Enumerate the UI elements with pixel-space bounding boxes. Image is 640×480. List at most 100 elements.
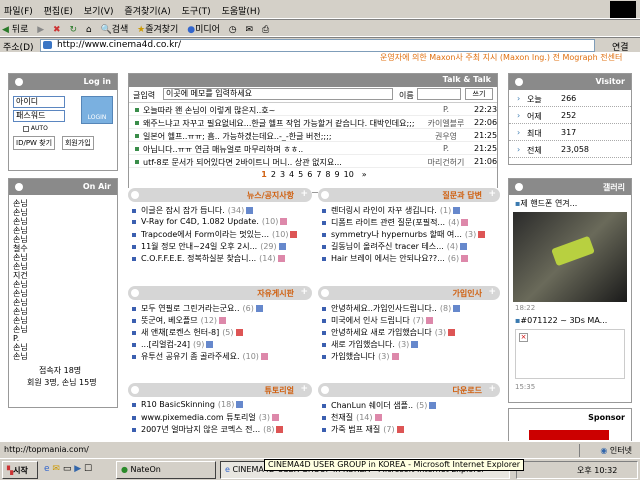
go-button[interactable]: 연결 (612, 40, 629, 53)
page-link[interactable]: 7 (316, 170, 321, 179)
onair-user[interactable]: 손님 (9, 262, 117, 271)
clock[interactable]: 오후 10:32 (577, 466, 617, 475)
list-item[interactable]: 새 앤채[로켄스 헌터-8] (5) (132, 327, 312, 339)
address-input[interactable]: http://www.cinema4d.co.kr/ (40, 39, 595, 52)
page-link[interactable]: 6 (307, 170, 312, 179)
join-button[interactable]: 회원가입 (61, 136, 94, 150)
ie-quicklaunch-icon[interactable]: e (44, 464, 50, 474)
id-field[interactable]: 아이디 (13, 96, 65, 108)
print-button[interactable]: ⎙ (262, 25, 269, 35)
list-item[interactable]: 이글은 잠시 잡가 듭니다. (34) (132, 205, 312, 217)
onair-user[interactable]: 손님 (9, 343, 117, 352)
next-page-link[interactable]: » (362, 170, 367, 179)
gallery-phone-image[interactable] (513, 212, 627, 302)
more-icon[interactable]: + (300, 189, 308, 199)
forward-button[interactable]: ▶ (37, 25, 44, 35)
list-item[interactable]: Hair 브레이 에서는 안되나요??... (6) (322, 253, 500, 265)
onair-user[interactable]: 손님 (9, 208, 117, 217)
more-icon[interactable]: + (300, 287, 308, 297)
auto-login-checkbox[interactable]: AUTO (23, 125, 113, 132)
list-item[interactable]: ...[리얼컴-24] (9) (132, 339, 312, 351)
menu-favorites[interactable]: 즐겨찾기(A) (120, 0, 174, 17)
page-link[interactable]: 1 (261, 170, 267, 179)
list-item[interactable]: ChanLun 쉐이더 샘플.. (5) (322, 400, 500, 412)
password-field[interactable]: 패스워드 (13, 110, 65, 122)
list-item[interactable]: 모두 연필로 그린거라는군요.. (6) (132, 303, 312, 315)
menu-view[interactable]: 보기(V) (80, 0, 118, 17)
desktop-icon[interactable]: ▭ (63, 464, 72, 474)
gallery-image-broken[interactable]: × (515, 329, 625, 379)
page-link[interactable]: 8 (325, 170, 330, 179)
onair-user[interactable]: 손님 (9, 316, 117, 325)
news-header[interactable]: 뉴스/공지사항 + (128, 188, 312, 202)
onair-user[interactable]: 손님 (9, 307, 117, 316)
download-header[interactable]: 다운로드 + (318, 383, 500, 397)
menu-edit[interactable]: 편집(E) (40, 0, 77, 17)
page-link[interactable]: 5 (298, 170, 303, 179)
list-item[interactable]: 가입했습니다 (3) (322, 351, 500, 363)
list-item[interactable]: 미국에서 인사 드립니다 (7) (322, 315, 500, 327)
name-input[interactable] (417, 88, 461, 100)
list-item[interactable]: 길동님이 올려주신 tracer 테스... (4) (322, 241, 500, 253)
page-link[interactable]: 4 (289, 170, 294, 179)
search-button[interactable]: 🔍검색 (100, 22, 128, 35)
write-button[interactable]: 쓰기 (465, 88, 493, 100)
list-item[interactable]: 안녕하세요 새로 가입했습니다 (3) (322, 327, 500, 339)
list-item[interactable]: 렌더링시 라인이 자꾸 생깁니다. (1) (322, 205, 500, 217)
onair-user[interactable]: 손님 (9, 325, 117, 334)
list-item[interactable]: Trapcode에서 Form이라는 멋있는... (10) (132, 229, 312, 241)
favorites-button[interactable]: ★즐겨찾기 (137, 22, 178, 35)
list-item[interactable]: 2007년 얼마남지 않은 코멕스 전... (8) (132, 424, 312, 436)
qna-header[interactable]: 질문과 답변 + (318, 188, 500, 202)
login-button[interactable]: LOGIN (81, 96, 113, 124)
list-item[interactable]: 가죽 범프 재질 (7) (322, 424, 500, 436)
onair-user[interactable]: 손님 (9, 298, 117, 307)
more-icon[interactable]: + (488, 287, 496, 297)
more-icon[interactable]: + (488, 189, 496, 199)
more-icon[interactable]: + (488, 384, 496, 394)
talk-input[interactable]: 이곳에 메모를 입력하세요 (163, 88, 393, 100)
talk-row[interactable]: 왜주느냐고 자꾸고 필요없네요...한글 헬프 작업 가능할거 같습니다. 대박… (129, 116, 497, 129)
list-item[interactable]: www.pixemedia.com 튜토리얼 (3) (132, 412, 312, 424)
tutorial-header[interactable]: 튜토리얼 + (128, 383, 312, 397)
list-item[interactable]: 새로 가입했습니다. (3) (322, 339, 500, 351)
list-item[interactable]: 천재질 (14) (322, 412, 500, 424)
talk-row[interactable]: 일본어 헬프..ㅠㅠ; 흠.. 가능하겠는데요..-_-한글 버전;;;; 권우영… (129, 129, 497, 142)
onair-user[interactable]: 지건 (9, 271, 117, 280)
taskbar-nateon[interactable]: ● NateOn (116, 461, 216, 479)
media-player-icon[interactable]: ▶ (74, 464, 81, 474)
page-link[interactable]: 10 (344, 170, 354, 179)
menu-file[interactable]: 파일(F) (0, 0, 37, 17)
page-link[interactable]: 9 (335, 170, 340, 179)
onair-user[interactable]: 손님 (9, 253, 117, 262)
list-item[interactable]: 안녕하세요..가입인사드립니다.. (8) (322, 303, 500, 315)
list-item[interactable]: V-Ray for C4D, 1.082 Update. (10) (132, 217, 312, 229)
menu-help[interactable]: 도움말(H) (218, 0, 265, 17)
outlook-icon[interactable]: ✉ (52, 464, 60, 474)
more-icon[interactable]: + (300, 384, 308, 394)
onair-user[interactable]: 손님 (9, 352, 117, 361)
gallery-item-2-title[interactable]: ▪#071122 ~ 3Ds MA... (509, 314, 631, 327)
stop-button[interactable]: ✖ (53, 25, 61, 35)
find-id-button[interactable]: ID/PW 찾기 (13, 136, 56, 150)
list-item[interactable]: R10 BasicSkinning (18) (132, 400, 312, 412)
onair-user[interactable]: 손님 (9, 289, 117, 298)
talk-row[interactable]: 오늘따라 왠 손님이 이렇게 많은지..호~ P. 22:23 (129, 103, 497, 116)
list-item[interactable]: 디폼트 라이트 관련 질문(포필적... (4) (322, 217, 500, 229)
sponsor-logo[interactable] (529, 430, 609, 440)
onair-user[interactable]: 손님 (9, 226, 117, 235)
mail-button[interactable]: ✉ (246, 25, 254, 35)
list-item[interactable]: C.O.F.F.E.E. 정복하실분 찾습니... (14) (132, 253, 312, 265)
onair-user[interactable]: 철수 (9, 244, 117, 253)
app-icon[interactable]: ☐ (84, 464, 92, 474)
gallery-item-1-title[interactable]: ▪제 핸드폰 연겨... (509, 195, 631, 212)
refresh-button[interactable]: ↻ (69, 25, 77, 35)
list-item[interactable]: symmetry나 hypernurbs 할때 여... (3) (322, 229, 500, 241)
talk-row[interactable]: 아닙니다..ㅠㅠ 연금 매뉴얼로 마무리하며 ㅎㅎ.. P. 21:25 (129, 142, 497, 155)
list-item[interactable]: 유투선 공유기 좀 골라주세요. (10) (132, 351, 312, 363)
history-button[interactable]: ◷ (229, 25, 237, 35)
onair-user[interactable]: 손님 (9, 235, 117, 244)
start-button[interactable]: ▚시작 (2, 461, 38, 479)
greeting-header[interactable]: 가입인사 + (318, 286, 500, 300)
home-button[interactable]: ⌂ (86, 25, 92, 35)
